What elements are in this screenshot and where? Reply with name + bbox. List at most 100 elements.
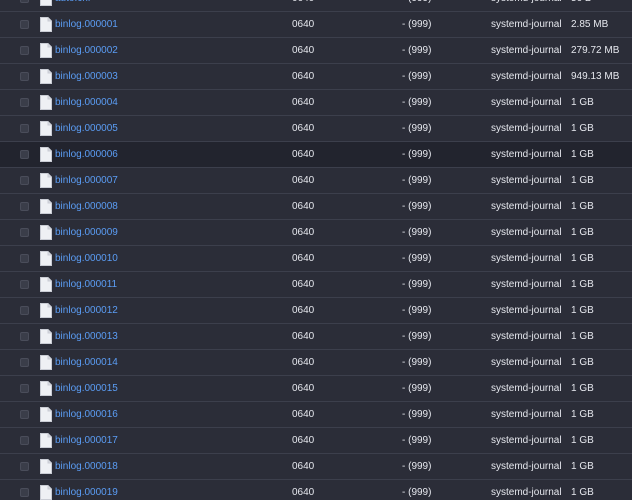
file-name-link[interactable]: binlog.000008 — [55, 194, 118, 220]
row-checkbox[interactable] — [20, 46, 29, 55]
row-checkbox[interactable] — [20, 228, 29, 237]
row-checkbox[interactable] — [20, 332, 29, 341]
file-icon — [40, 433, 52, 448]
file-permissions: 0640 — [292, 227, 315, 238]
file-owner: - (999) — [402, 149, 432, 160]
file-row[interactable]: binlog.000012 0640 - (999) systemd-journ… — [0, 298, 632, 324]
file-group: systemd-journal (1 — [491, 0, 563, 12]
row-checkbox[interactable] — [20, 98, 29, 107]
row-checkbox[interactable] — [20, 254, 29, 263]
file-row[interactable]: binlog.000010 0640 - (999) systemd-journ… — [0, 246, 632, 272]
file-group: systemd-journal (1 — [491, 45, 563, 56]
file-row[interactable]: binlog.000004 0640 - (999) systemd-journ… — [0, 90, 632, 116]
file-name-link[interactable]: binlog.000010 — [55, 246, 118, 272]
file-row[interactable]: binlog.000016 0640 - (999) systemd-journ… — [0, 402, 632, 428]
row-checkbox[interactable] — [20, 280, 29, 289]
file-group: systemd-journal (1 — [491, 175, 563, 186]
row-checkbox[interactable] — [20, 176, 29, 185]
file-name-link[interactable]: binlog.000002 — [55, 38, 118, 64]
file-owner: - (999) — [402, 97, 432, 108]
file-owner: - (999) — [402, 357, 432, 368]
file-permissions: 0640 — [292, 461, 315, 472]
file-row[interactable]: binlog.000015 0640 - (999) systemd-journ… — [0, 376, 632, 402]
row-checkbox[interactable] — [20, 0, 29, 3]
row-checkbox[interactable] — [20, 72, 29, 81]
file-name-link[interactable]: binlog.000017 — [55, 428, 118, 454]
file-row[interactable]: binlog.000001 0640 - (999) systemd-journ… — [0, 12, 632, 38]
file-owner: - (999) — [402, 19, 432, 30]
file-name-link[interactable]: binlog.000009 — [55, 220, 118, 246]
file-size: 1 GB — [571, 227, 594, 238]
file-row[interactable]: binlog.000018 0640 - (999) systemd-journ… — [0, 454, 632, 480]
file-owner: - (999) — [402, 409, 432, 420]
file-row[interactable]: binlog.000005 0640 - (999) systemd-journ… — [0, 116, 632, 142]
file-icon — [40, 199, 52, 214]
file-size: 1 GB — [571, 97, 594, 108]
file-row[interactable]: binlog.000008 0640 - (999) systemd-journ… — [0, 194, 632, 220]
file-name-link[interactable]: binlog.000015 — [55, 376, 118, 402]
file-name-link[interactable]: binlog.000012 — [55, 298, 118, 324]
file-owner: - (999) — [402, 435, 432, 446]
file-size: 1 GB — [571, 253, 594, 264]
file-owner: - (999) — [402, 227, 432, 238]
row-checkbox[interactable] — [20, 124, 29, 133]
file-icon — [40, 0, 52, 6]
file-name-link[interactable]: binlog.000016 — [55, 402, 118, 428]
file-row[interactable]: auto.cnf 0640 - (999) systemd-journal (1… — [0, 0, 632, 12]
file-row[interactable]: binlog.000014 0640 - (999) systemd-journ… — [0, 350, 632, 376]
file-name-link[interactable]: binlog.000004 — [55, 90, 118, 116]
file-row[interactable]: binlog.000013 0640 - (999) systemd-journ… — [0, 324, 632, 350]
file-name-link[interactable]: binlog.000005 — [55, 116, 118, 142]
file-row[interactable]: binlog.000009 0640 - (999) systemd-journ… — [0, 220, 632, 246]
file-row[interactable]: binlog.000011 0640 - (999) systemd-journ… — [0, 272, 632, 298]
row-checkbox[interactable] — [20, 462, 29, 471]
file-permissions: 0640 — [292, 0, 314, 12]
file-size: 1 GB — [571, 435, 594, 446]
row-checkbox[interactable] — [20, 436, 29, 445]
file-table: auto.cnf 0640 - (999) systemd-journal (1… — [0, 0, 632, 500]
file-row[interactable]: binlog.000019 0640 - (999) systemd-journ… — [0, 480, 632, 500]
row-checkbox[interactable] — [20, 202, 29, 211]
file-icon — [40, 251, 52, 266]
file-icon — [40, 17, 52, 32]
file-size: 1 GB — [571, 175, 594, 186]
row-checkbox[interactable] — [20, 150, 29, 159]
file-name-link[interactable]: binlog.000006 — [55, 142, 118, 168]
file-icon — [40, 355, 52, 370]
file-size: 1 GB — [571, 279, 594, 290]
file-size: 1 GB — [571, 357, 594, 368]
file-name-link[interactable]: binlog.000007 — [55, 168, 118, 194]
file-row[interactable]: binlog.000002 0640 - (999) systemd-journ… — [0, 38, 632, 64]
file-permissions: 0640 — [292, 331, 315, 342]
file-row[interactable]: binlog.000017 0640 - (999) systemd-journ… — [0, 428, 632, 454]
file-permissions: 0640 — [292, 279, 315, 290]
file-size: 1 GB — [571, 487, 594, 498]
row-checkbox[interactable] — [20, 410, 29, 419]
file-row[interactable]: binlog.000006 0640 - (999) systemd-journ… — [0, 142, 632, 168]
file-name-link[interactable]: binlog.000001 — [55, 12, 118, 38]
row-checkbox[interactable] — [20, 20, 29, 29]
file-row[interactable]: binlog.000003 0640 - (999) systemd-journ… — [0, 64, 632, 90]
file-permissions: 0640 — [292, 409, 315, 420]
file-name-link[interactable]: binlog.000013 — [55, 324, 118, 350]
file-permissions: 0640 — [292, 253, 315, 264]
file-name-link[interactable]: binlog.000018 — [55, 454, 118, 480]
file-size: 2.85 MB — [571, 19, 609, 30]
file-group: systemd-journal (1 — [491, 19, 563, 30]
row-checkbox[interactable] — [20, 488, 29, 497]
row-checkbox[interactable] — [20, 306, 29, 315]
file-icon — [40, 381, 52, 396]
row-checkbox[interactable] — [20, 384, 29, 393]
file-name-link[interactable]: binlog.000003 — [55, 64, 118, 90]
file-group: systemd-journal (1 — [491, 227, 563, 238]
file-name-link[interactable]: auto.cnf — [55, 0, 91, 12]
file-name-link[interactable]: binlog.000019 — [55, 480, 118, 500]
file-name-link[interactable]: binlog.000011 — [55, 272, 117, 298]
file-row[interactable]: binlog.000007 0640 - (999) systemd-journ… — [0, 168, 632, 194]
file-size: 1 GB — [571, 331, 594, 342]
file-owner: - (999) — [402, 253, 432, 264]
file-group: systemd-journal (1 — [491, 279, 563, 290]
file-name-link[interactable]: binlog.000014 — [55, 350, 118, 376]
file-icon — [40, 69, 52, 84]
row-checkbox[interactable] — [20, 358, 29, 367]
